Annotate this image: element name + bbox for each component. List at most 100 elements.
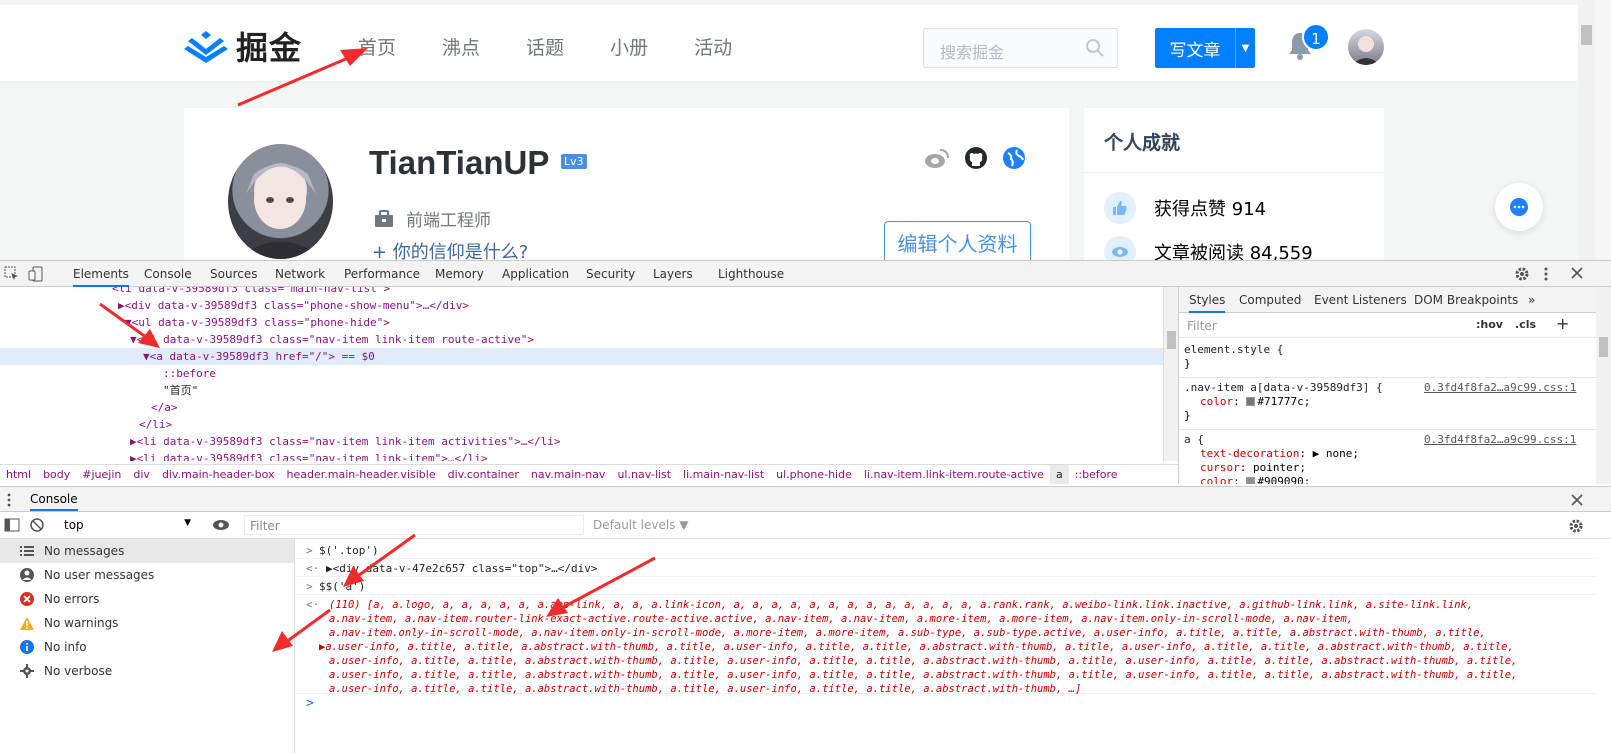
console-result-line[interactable]: <· ▶<div data-v-47e2c657 class="top">…</… — [296, 559, 1596, 577]
console-filter-no-verbose[interactable]: No verbose — [0, 659, 294, 683]
dom-node[interactable]: ▼<a data-v-39589df3 href="/"> == $0 — [0, 348, 1165, 365]
console-prompt-line[interactable]: > — [296, 694, 1596, 712]
console-filter-no-user-messages[interactable]: No user messages — [0, 563, 294, 587]
console-filter-no-info[interactable]: No info — [0, 635, 294, 659]
github-icon[interactable] — [964, 146, 988, 170]
scrollbar-thumb[interactable] — [1581, 25, 1592, 45]
nav-topics[interactable]: 话题 — [526, 33, 564, 60]
console-filter-no-messages[interactable]: No messages — [0, 539, 294, 563]
nav-home[interactable]: 首页 — [358, 33, 396, 60]
tab-layers[interactable]: Layers — [653, 267, 693, 281]
breadcrumb-item[interactable]: div.main-header-box — [156, 465, 281, 484]
console-settings-gear-icon[interactable] — [1568, 518, 1584, 534]
breadcrumb-item[interactable]: li.nav-item.link-item.route-active — [858, 465, 1050, 484]
close-drawer-icon[interactable] — [1570, 493, 1584, 507]
console-filter-no-errors[interactable]: No errors — [0, 587, 294, 611]
weibo-icon[interactable] — [924, 146, 950, 170]
tab-sources[interactable]: Sources — [210, 267, 257, 281]
close-devtools-icon[interactable] — [1570, 266, 1584, 280]
drawer-menu-icon[interactable] — [6, 493, 12, 507]
nav-pins[interactable]: 沸点 — [442, 33, 480, 60]
site-logo[interactable]: 掘金 — [184, 23, 302, 69]
dom-node[interactable]: ▼<li data-v-39589df3 class="nav-item lin… — [0, 331, 534, 348]
style-property[interactable]: color: #71777c; — [1184, 395, 1604, 409]
sidebar-toggle-icon[interactable] — [4, 518, 20, 532]
inspect-element-icon[interactable] — [4, 266, 20, 282]
dom-node[interactable]: ▶<div data-v-39589df3 class="phone-show-… — [0, 297, 469, 314]
breadcrumb-item[interactable]: html — [0, 465, 37, 484]
breadcrumb-item[interactable]: div.container — [442, 465, 525, 484]
breadcrumb-item[interactable]: body — [37, 465, 76, 484]
dom-node[interactable]: ▶<li data-v-39589df3 class="nav-item lin… — [0, 450, 488, 461]
write-article-button[interactable]: 写文章 ▼ — [1155, 28, 1255, 68]
dom-node[interactable]: ▼<ul data-v-39589df3 class="phone-hide"> — [0, 314, 390, 331]
console-output[interactable]: > $('.top') <· ▶<div data-v-47e2c657 cla… — [296, 539, 1611, 753]
nav-events[interactable]: 活动 — [694, 33, 732, 60]
tab-application[interactable]: Application — [502, 267, 569, 281]
chevron-down-icon[interactable]: ▼ — [1235, 28, 1255, 68]
tab-performance[interactable]: Performance — [344, 267, 420, 281]
more-vertical-icon[interactable] — [1543, 266, 1549, 282]
tab-network[interactable]: Network — [275, 267, 325, 281]
tab-elements[interactable]: Elements — [73, 267, 129, 287]
breadcrumb-item[interactable]: div — [127, 465, 156, 484]
tab-memory[interactable]: Memory — [435, 267, 484, 281]
scrollbar-thumb[interactable] — [1167, 331, 1176, 349]
belief-link[interactable]: + 你的信仰是什么? — [372, 238, 528, 260]
tab-computed[interactable]: Computed — [1239, 293, 1301, 307]
breadcrumb-item[interactable]: a — [1049, 465, 1069, 484]
console-filter-input[interactable]: Filter — [244, 515, 584, 535]
breadcrumb-item[interactable]: header.main-header.visible — [281, 465, 442, 484]
console-filter-no-warnings[interactable]: No warnings — [0, 611, 294, 635]
breadcrumb-item[interactable]: ul.phone-hide — [770, 465, 858, 484]
console-prompt[interactable]: > — [306, 696, 314, 711]
new-style-rule-button[interactable]: + — [1556, 314, 1569, 333]
breadcrumb-item[interactable]: nav.main-nav — [525, 465, 612, 484]
color-swatch[interactable] — [1246, 477, 1256, 484]
context-selector[interactable]: top ▼ — [59, 516, 195, 534]
nav-books[interactable]: 小册 — [610, 33, 648, 60]
user-avatar[interactable] — [1348, 29, 1384, 65]
style-property[interactable]: color: #909090; — [1184, 475, 1604, 484]
settings-gear-icon[interactable] — [1514, 266, 1530, 282]
clear-console-icon[interactable] — [30, 518, 44, 532]
tab-console[interactable]: Console — [144, 267, 192, 281]
dom-node[interactable]: ::before — [0, 365, 216, 382]
breadcrumb-item[interactable]: ul.nav-list — [611, 465, 677, 484]
eye-icon[interactable] — [212, 519, 230, 531]
breadcrumb-item[interactable]: ::before — [1069, 465, 1124, 484]
rule-source-link[interactable]: 0.3fd4f8fa2…a9c99.css:1 — [1424, 433, 1576, 447]
device-toolbar-icon[interactable] — [28, 266, 44, 282]
style-property[interactable]: text-decoration: ▶ none; — [1184, 447, 1604, 461]
dom-node[interactable]: ▶<li data-v-39589df3 class="nav-item lin… — [0, 433, 560, 450]
style-property[interactable]: cursor: pointer; — [1184, 461, 1604, 475]
rule-source-link[interactable]: 0.3fd4f8fa2…a9c99.css:1 — [1424, 381, 1576, 395]
search-input[interactable]: 搜索掘金 — [923, 28, 1118, 68]
console-result[interactable]: ▶<div data-v-47e2c657 class="top">…</div… — [326, 562, 598, 575]
feedback-chat-button[interactable] — [1495, 183, 1543, 231]
dom-node[interactable]: </a> — [0, 399, 178, 416]
tab-lighthouse[interactable]: Lighthouse — [718, 267, 784, 281]
drawer-tab-console[interactable]: Console — [30, 492, 78, 511]
style-rule[interactable]: element.style {} — [1184, 343, 1604, 371]
console-array-result[interactable]: <· (110) [a, a.logo, a, a, a, a, a, a.ap… — [296, 595, 1596, 695]
scrollbar-thumb[interactable] — [1599, 337, 1608, 357]
tab-security[interactable]: Security — [586, 267, 635, 281]
elements-dom-tree[interactable]: <li data-v-39589df3 class="main-nav-list… — [0, 287, 1178, 461]
dom-node[interactable]: </li> — [0, 416, 172, 433]
hover-state-toggle[interactable]: :hov — [1476, 318, 1503, 331]
tab-event-listeners[interactable]: Event Listeners — [1314, 293, 1407, 307]
website-globe-icon[interactable] — [1002, 146, 1026, 170]
styles-filter-input[interactable]: Filter — [1187, 319, 1217, 333]
page-scrollbar[interactable] — [1578, 0, 1595, 260]
tab-styles[interactable]: Styles — [1189, 293, 1226, 313]
styles-scrollbar[interactable] — [1596, 287, 1611, 484]
dom-node[interactable]: <li data-v-39589df3 class="main-nav-list… — [0, 287, 390, 297]
style-rule[interactable]: .nav-item a[data-v-39589df3] {0.3fd4f8fa… — [1184, 381, 1604, 423]
dom-node[interactable]: "首页" — [0, 382, 198, 399]
elements-scrollbar[interactable] — [1163, 287, 1178, 461]
color-swatch[interactable] — [1246, 397, 1256, 406]
style-rule[interactable]: a {0.3fd4f8fa2…a9c99.css:1 text-decoratio… — [1184, 433, 1604, 484]
search-icon[interactable] — [1085, 38, 1105, 58]
breadcrumb-item[interactable]: #juejin — [76, 465, 127, 484]
